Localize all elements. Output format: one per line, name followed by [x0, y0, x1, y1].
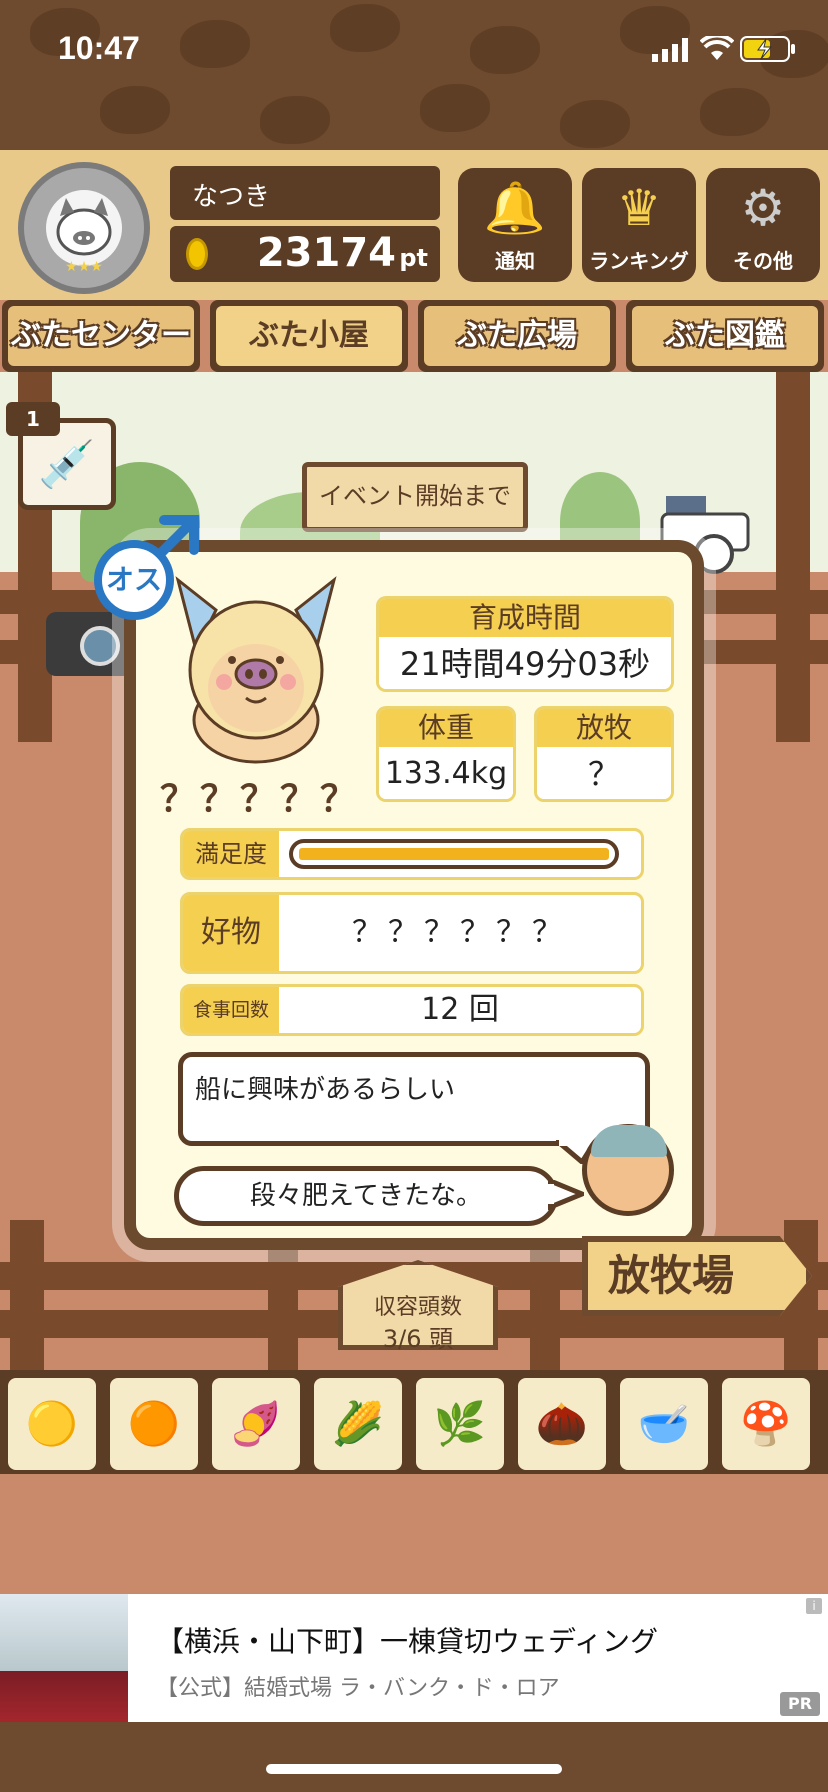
tab-label: ぶた図鑑 — [632, 306, 818, 366]
bubble-tail — [548, 1180, 584, 1210]
grain-icon[interactable]: 🟡 — [8, 1378, 96, 1470]
farmer-avatar — [582, 1124, 674, 1216]
notification-label: 通知 — [495, 249, 535, 273]
satisfaction-bar — [289, 839, 619, 869]
bottom-background — [0, 1722, 828, 1792]
favorite-value: ？？？？？？ — [352, 915, 568, 950]
sweet-potato-icon[interactable]: 🍠 — [212, 1378, 300, 1470]
camera-icon[interactable] — [46, 612, 132, 676]
home-indicator[interactable] — [266, 1764, 562, 1774]
weight-box: 体重 133.4kg — [376, 706, 516, 802]
fence-post — [268, 1230, 298, 1370]
points-box: 23174 pt — [170, 226, 440, 282]
beans-icon[interactable]: 🌿 — [416, 1378, 504, 1470]
tab-label: ぶた小屋 — [216, 306, 402, 366]
tab-buta-koya[interactable]: ぶた小屋 — [210, 300, 408, 372]
growth-time-box: 育成時間 21時間49分03秒 — [376, 596, 674, 692]
coin-icon — [186, 238, 208, 270]
syringe-icon: 💉 — [38, 437, 96, 491]
other-label: その他 — [733, 249, 793, 273]
cap-icon — [591, 1125, 667, 1157]
tab-buta-center[interactable]: ぶたセンター — [2, 300, 200, 372]
grazing-value: ？ — [537, 747, 671, 799]
capacity-value: 3/6 頭 — [382, 1325, 454, 1353]
ad-info-icon[interactable]: i — [806, 1598, 822, 1614]
growth-time-label: 育成時間 — [379, 599, 671, 637]
tab-label: ぶたセンター — [8, 306, 194, 366]
ranch-sign-button[interactable]: 放牧場 — [582, 1236, 812, 1316]
growth-time-value: 21時間49分03秒 — [379, 637, 671, 689]
fence-post — [10, 1220, 44, 1370]
other-button[interactable]: ⚙ その他 — [706, 168, 820, 282]
weight-value: 133.4kg — [379, 747, 513, 799]
grazing-label: 放牧 — [537, 709, 671, 747]
gender-label: オス — [94, 540, 174, 620]
status-time: 10:47 — [58, 30, 140, 66]
crown-icon: ♛ — [616, 179, 662, 237]
tab-label: ぶた広場 — [424, 306, 610, 366]
meals-label: 食事回数 — [183, 987, 279, 1033]
capacity-label: 収容頭数 — [373, 1295, 462, 1320]
favorite-row: 好物 ？？？？？？ — [180, 892, 644, 974]
fence-post — [776, 372, 810, 742]
favorite-label: 好物 — [183, 895, 279, 971]
event-sign: イベント開始まで — [302, 462, 528, 532]
tab-buta-zukan[interactable]: ぶた図鑑 — [626, 300, 824, 372]
gear-icon: ⚙ — [740, 179, 786, 237]
player-name-box: なつき — [170, 166, 440, 220]
player-name: なつき — [192, 182, 271, 212]
ad-title: 【横浜・山下町】一棟貸切ウェディング — [156, 1625, 659, 1658]
pig-character[interactable] — [166, 570, 346, 770]
ad-subtitle: 【公式】結婚式場 ラ・バンク・ド・ロア — [156, 1676, 560, 1701]
satisfaction-row: 満足度 — [180, 828, 644, 880]
player-avatar[interactable]: ★★★ — [18, 162, 150, 294]
ad-image — [0, 1594, 128, 1722]
soybean-icon[interactable]: 🥣 — [620, 1378, 708, 1470]
bell-icon: 🔔 — [483, 179, 547, 237]
farmer-speech-bubble: 段々肥えてきたな。 — [174, 1166, 558, 1226]
pig-name: ？？？？？ — [160, 779, 361, 820]
truffle-icon[interactable]: 🍄 — [722, 1378, 810, 1470]
points-unit: pt — [399, 244, 428, 272]
points-value: 23174 — [256, 230, 396, 276]
corn-icon[interactable]: 🌽 — [314, 1378, 402, 1470]
pig-icon — [46, 190, 122, 266]
battery-icon — [740, 36, 795, 62]
meals-row: 食事回数 12 回 — [180, 984, 644, 1036]
meals-value: 12 回 — [421, 992, 499, 1027]
rank-stars-icon: ★★★ — [65, 259, 103, 275]
status-bar: 10:47 — [0, 0, 828, 100]
tab-buta-hiroba[interactable]: ぶた広場 — [418, 300, 616, 372]
fence-post — [530, 1230, 560, 1370]
ad-banner[interactable]: 【横浜・山下町】一棟貸切ウェディング 【公式】結婚式場 ラ・バンク・ド・ロア P… — [0, 1594, 828, 1722]
ad-pr-badge: PR — [780, 1692, 820, 1716]
ranking-button[interactable]: ♛ ランキング — [582, 168, 696, 282]
wifi-icon — [700, 36, 734, 60]
ranking-label: ランキング — [589, 249, 689, 273]
grazing-box: 放牧 ？ — [534, 706, 674, 802]
satisfaction-label: 満足度 — [183, 831, 279, 877]
weight-label: 体重 — [379, 709, 513, 747]
hint-speech-bubble: 船に興味があるらしい — [178, 1052, 650, 1146]
corn-kernel-icon[interactable]: 🟠 — [110, 1378, 198, 1470]
satisfaction-bar-fill — [299, 848, 609, 860]
acorn-icon[interactable]: 🌰 — [518, 1378, 606, 1470]
signal-icon — [652, 38, 688, 62]
item-count-badge: 1 — [6, 402, 60, 436]
notification-button[interactable]: 🔔 通知 — [458, 168, 572, 282]
